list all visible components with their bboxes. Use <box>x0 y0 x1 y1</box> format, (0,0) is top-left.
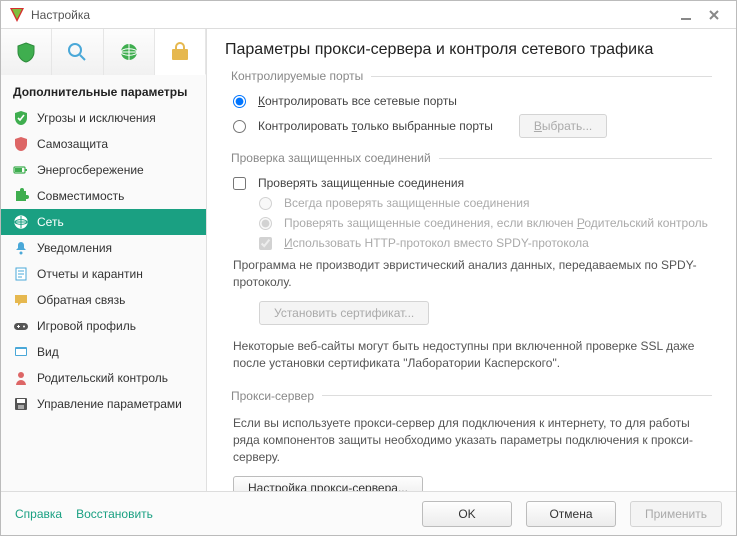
ok-button[interactable]: OK <box>422 501 512 527</box>
sidebar-item-label: Сеть <box>37 215 64 229</box>
shield-icon <box>13 136 29 152</box>
bell-icon <box>13 240 29 256</box>
main-panel: Параметры прокси-сервера и контроля сете… <box>207 29 736 491</box>
titlebar: Настройка <box>1 1 736 29</box>
check-scan-ssl[interactable] <box>233 177 246 190</box>
ssl-warning: Некоторые веб-сайты могут быть недоступн… <box>225 334 718 379</box>
sidebar-item-6[interactable]: Отчеты и карантин <box>1 261 206 287</box>
app-logo-icon <box>9 7 25 23</box>
tab-advanced[interactable] <box>155 29 206 75</box>
radio-all-ports[interactable] <box>233 95 246 108</box>
page-title: Параметры прокси-сервера и контроля сете… <box>225 41 718 59</box>
shield-check-icon <box>13 110 29 126</box>
category-tabs <box>1 29 206 75</box>
sidebar-item-7[interactable]: Обратная связь <box>1 287 206 313</box>
radio-ssl-always <box>259 197 272 210</box>
proxy-note: Если вы используете прокси-сервер для по… <box>225 411 718 473</box>
sidebar-item-8[interactable]: Игровой профиль <box>1 313 206 339</box>
label-ssl-always: Всегда проверять защищенные соединения <box>284 196 530 210</box>
label-scan-ssl: Проверять защищенные соединения <box>258 176 464 190</box>
install-cert-button[interactable]: Установить сертификат... <box>259 301 429 325</box>
sidebar-item-0[interactable]: Угрозы и исключения <box>1 105 206 131</box>
label-ssl-parental: Проверять защищенные соединения, если вк… <box>284 216 708 230</box>
select-ports-button[interactable]: Выбрать... <box>519 114 607 138</box>
minimize-button[interactable] <box>672 6 700 24</box>
sidebar-heading: Дополнительные параметры <box>1 75 206 105</box>
sidebar-item-2[interactable]: Энергосбережение <box>1 157 206 183</box>
sidebar-item-label: Обратная связь <box>37 293 125 307</box>
radio-selected-ports[interactable] <box>233 120 246 133</box>
settings-window: Настройка Дополнительные параметры Угроз… <box>0 0 737 536</box>
sidebar-item-9[interactable]: Вид <box>1 339 206 365</box>
tab-scan[interactable] <box>52 29 103 75</box>
window-title: Настройка <box>31 8 672 22</box>
check-http-spdy <box>259 237 272 250</box>
gamepad-icon <box>13 318 29 334</box>
sidebar-item-label: Уведомления <box>37 241 112 255</box>
sidebar-nav: Угрозы и исключения Самозащита Энергосбере… <box>1 105 206 417</box>
sidebar-item-label: Управление параметрами <box>37 397 182 411</box>
group-ports: Контролируемые порты Контролировать все … <box>225 69 718 141</box>
group-ssl: Проверка защищенных соединений Проверять… <box>225 151 718 379</box>
sidebar: Дополнительные параметры Угрозы и исключ… <box>1 29 207 491</box>
sidebar-item-4[interactable]: Сеть <box>1 209 206 235</box>
sidebar-item-11[interactable]: Управление параметрами <box>1 391 206 417</box>
help-link[interactable]: Справка <box>15 507 62 521</box>
sidebar-item-label: Игровой профиль <box>37 319 136 333</box>
radio-ssl-parental <box>259 217 272 230</box>
footer: Справка Восстановить OK Отмена Применить <box>1 491 736 535</box>
report-icon <box>13 266 29 282</box>
group-title-ssl: Проверка защищенных соединений <box>225 151 718 165</box>
tab-protection[interactable] <box>1 29 52 75</box>
group-title-ports: Контролируемые порты <box>225 69 718 83</box>
sidebar-item-label: Совместимость <box>37 189 124 203</box>
proxy-settings-button[interactable]: Настройка прокси-сервера... <box>233 476 423 491</box>
group-proxy: Прокси-сервер Если вы используете прокси… <box>225 389 718 491</box>
parental-icon <box>13 370 29 386</box>
sidebar-item-label: Отчеты и карантин <box>37 267 143 281</box>
apply-button[interactable]: Применить <box>630 501 722 527</box>
label-all-ports: Контролировать все сетевые порты <box>258 94 457 108</box>
sidebar-item-5[interactable]: Уведомления <box>1 235 206 261</box>
save-icon <box>13 396 29 412</box>
puzzle-icon <box>13 188 29 204</box>
spdy-note: Программа не производит эвристический ан… <box>225 253 718 298</box>
feedback-icon <box>13 292 29 308</box>
sidebar-item-label: Самозащита <box>37 137 108 151</box>
label-http-spdy: Использовать HTTP-протокол вместо SPDY-п… <box>284 236 589 250</box>
group-title-proxy: Прокси-сервер <box>225 389 718 403</box>
sidebar-item-label: Энергосбережение <box>37 163 144 177</box>
sidebar-item-10[interactable]: Родительский контроль <box>1 365 206 391</box>
sidebar-item-label: Угрозы и исключения <box>37 111 156 125</box>
restore-link[interactable]: Восстановить <box>76 507 153 521</box>
globe-icon <box>13 214 29 230</box>
sidebar-item-1[interactable]: Самозащита <box>1 131 206 157</box>
label-selected-ports: Контролировать только выбранные порты <box>258 119 493 133</box>
sidebar-item-label: Родительский контроль <box>37 371 168 385</box>
sidebar-item-label: Вид <box>37 345 59 359</box>
tab-update[interactable] <box>104 29 155 75</box>
cancel-button[interactable]: Отмена <box>526 501 616 527</box>
battery-icon <box>13 162 29 178</box>
view-icon <box>13 344 29 360</box>
close-button[interactable] <box>700 6 728 24</box>
sidebar-item-3[interactable]: Совместимость <box>1 183 206 209</box>
